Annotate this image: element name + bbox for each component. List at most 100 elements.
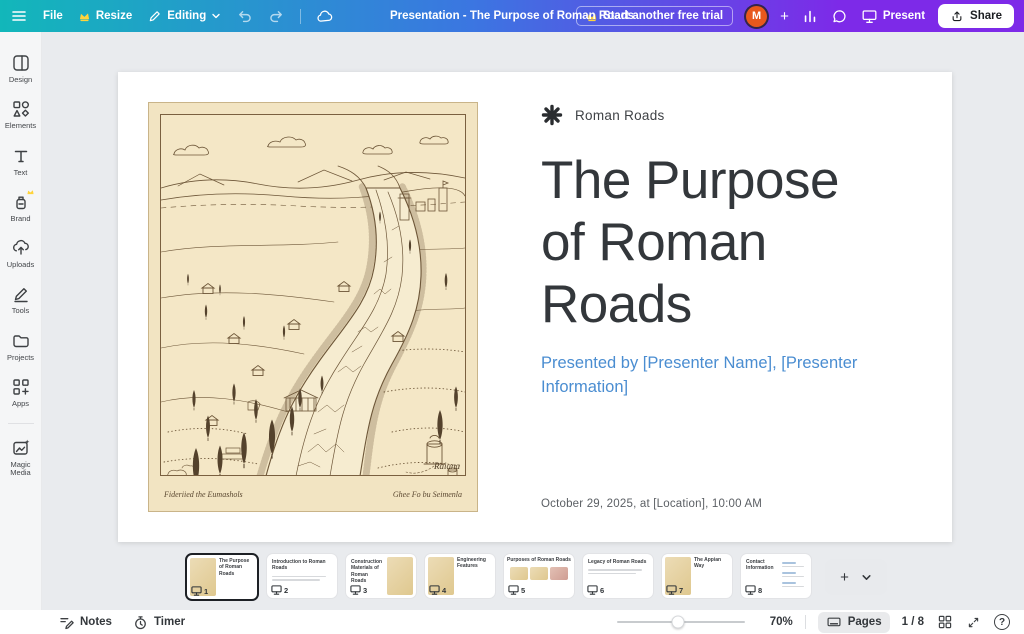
file-menu-button[interactable]: File <box>43 10 63 22</box>
sidebar-item-label: Design <box>9 76 32 84</box>
sidebar-item-label: Tools <box>12 307 30 315</box>
text-icon <box>11 146 31 166</box>
zoom-slider-handle[interactable] <box>672 616 685 629</box>
page-number-badge: 7 <box>666 584 683 596</box>
slide-page-1[interactable]: Fideriied the Eumashols Ghee Fo bu Seime… <box>118 72 952 542</box>
share-button[interactable]: Share <box>938 4 1014 28</box>
sidebar-item-tools[interactable]: Tools <box>0 279 42 321</box>
text-line <box>588 573 636 575</box>
sidebar-item-uploads[interactable]: Uploads <box>0 233 42 275</box>
timer-label: Timer <box>154 616 185 628</box>
roman-road-illustration[interactable]: Fideriied the Eumashols Ghee Fo bu Seime… <box>148 102 478 512</box>
page-number: 1 <box>204 587 208 596</box>
page-thumbnail-image <box>530 567 548 580</box>
uploads-cloud-icon <box>11 238 31 258</box>
page-thumbnail-6[interactable]: Legacy of Roman Roads 6 <box>582 553 654 599</box>
presenter-screen-icon <box>666 584 677 596</box>
comments-button[interactable] <box>831 8 848 25</box>
resize-button[interactable]: Resize <box>78 10 132 22</box>
undo-icon <box>236 8 253 25</box>
add-member-button[interactable]: + <box>780 8 789 25</box>
redo-icon <box>268 8 285 25</box>
add-page-button[interactable]: + <box>825 559 887 595</box>
zoom-slider[interactable] <box>617 621 745 623</box>
zoom-level: 70% <box>763 616 793 628</box>
page-number: 8 <box>758 586 762 595</box>
text-line <box>272 576 326 578</box>
save-status-button[interactable] <box>316 9 333 24</box>
page-thumbnail-3[interactable]: Construction Materials of Roman Roads3 <box>345 553 417 599</box>
main-menu-button[interactable] <box>10 7 28 25</box>
grid-view-button[interactable] <box>937 614 953 630</box>
page-thumbnail-title: Purposes of Roman Roads <box>507 557 571 563</box>
left-sidebar: Design Elements Text Brand Uploads Tools… <box>0 32 42 610</box>
sidebar-item-label: Magic Media <box>0 461 42 478</box>
filmstrip-pages: The Purpose of Roman Roads 1 Introduction … <box>185 553 819 601</box>
sidebar-item-magic-media[interactable]: Magic Media <box>0 433 42 484</box>
statusbar-divider <box>805 615 806 629</box>
share-label: Share <box>970 10 1002 22</box>
editing-label: Editing <box>167 10 206 22</box>
cloud-icon <box>316 9 333 24</box>
sidebar-item-brand[interactable]: Brand <box>0 187 42 229</box>
fullscreen-button[interactable] <box>966 615 981 630</box>
top-toolbar: File Resize Editing Presentation - The P… <box>0 0 1024 32</box>
help-button[interactable]: ? <box>994 614 1010 630</box>
page-thumbnail-7[interactable]: The Appian Way7 <box>661 553 733 599</box>
stopwatch-icon <box>132 614 149 631</box>
page-number: 3 <box>363 586 367 595</box>
document-title[interactable]: Presentation - The Purpose of Roman Road… <box>390 0 634 32</box>
timer-button[interactable]: Timer <box>132 614 185 631</box>
sidebar-item-label: Text <box>14 169 28 177</box>
page-thumbnail-1[interactable]: The Purpose of Roman Roads 1 <box>185 553 259 601</box>
presenter-screen-icon <box>587 584 598 596</box>
presenter-screen-icon <box>191 585 202 597</box>
slide-title[interactable]: The Purposeof RomanRoads <box>541 150 916 336</box>
page-thumbnail-8[interactable]: Contact Information8 <box>740 553 812 599</box>
present-button[interactable]: Present <box>861 8 925 24</box>
sidebar-item-elements[interactable]: Elements <box>0 94 42 136</box>
share-upload-icon <box>950 9 964 23</box>
magic-media-icon <box>11 438 31 458</box>
page-thumbnail-2[interactable]: Introduction to Roman Roads 2 <box>266 553 338 599</box>
title-line: Roads <box>541 275 692 334</box>
illustration-signature: Raiana <box>433 461 460 471</box>
sidebar-item-apps[interactable]: Apps <box>0 372 42 414</box>
logo-row[interactable]: Roman Roads <box>541 104 916 126</box>
editing-mode-button[interactable]: Editing <box>147 9 221 24</box>
page-thumbnail-title: Legacy of Roman Roads <box>588 559 649 565</box>
presenter-screen-icon <box>271 584 282 596</box>
slide-event-line[interactable]: October 29, 2025, at [Location], 10:00 A… <box>541 498 762 510</box>
sidebar-item-projects[interactable]: Projects <box>0 326 42 368</box>
page-number: 6 <box>600 586 604 595</box>
resize-label: Resize <box>96 10 132 22</box>
page-thumbnail-image <box>387 557 413 595</box>
notes-button[interactable]: Notes <box>58 614 112 631</box>
present-label: Present <box>883 10 925 22</box>
crown-icon <box>78 10 91 22</box>
page-thumbnail-4[interactable]: Engineering Features4 <box>424 553 496 599</box>
thumbnail-text-column: The Purpose of Roman Roads <box>219 558 254 596</box>
elements-icon <box>11 99 31 119</box>
page-number-badge: 6 <box>587 584 604 596</box>
insights-button[interactable] <box>802 8 818 24</box>
redo-button[interactable] <box>268 8 285 25</box>
pages-view-toggle[interactable]: Pages <box>818 612 890 633</box>
illustration-caption-right: Ghee Fo bu Seimenla <box>393 490 462 499</box>
toolbar-divider <box>300 9 301 24</box>
thumbnail-form-column <box>782 557 808 595</box>
form-value-line <box>782 576 804 578</box>
editor-canvas: Fideriied the Eumashols Ghee Fo bu Seime… <box>42 32 1024 610</box>
undo-button[interactable] <box>236 8 253 25</box>
sidebar-item-label: Elements <box>5 122 36 130</box>
page-thumbnail-title: Introduction to Roman Roads <box>272 559 333 572</box>
avatar[interactable]: M <box>746 6 767 27</box>
thumbnail-text-lines <box>588 567 649 574</box>
sidebar-item-text[interactable]: Text <box>0 141 42 183</box>
sidebar-item-design[interactable]: Design <box>0 48 42 90</box>
page-thumbnail-5[interactable]: Purposes of Roman Roads5 <box>503 553 575 599</box>
page-number-badge: 2 <box>271 584 288 596</box>
slide-subtitle[interactable]: Presented by [Presenter Name], [Presente… <box>541 352 913 400</box>
page-indicator: 1 / 8 <box>902 616 924 628</box>
text-line <box>272 579 320 581</box>
